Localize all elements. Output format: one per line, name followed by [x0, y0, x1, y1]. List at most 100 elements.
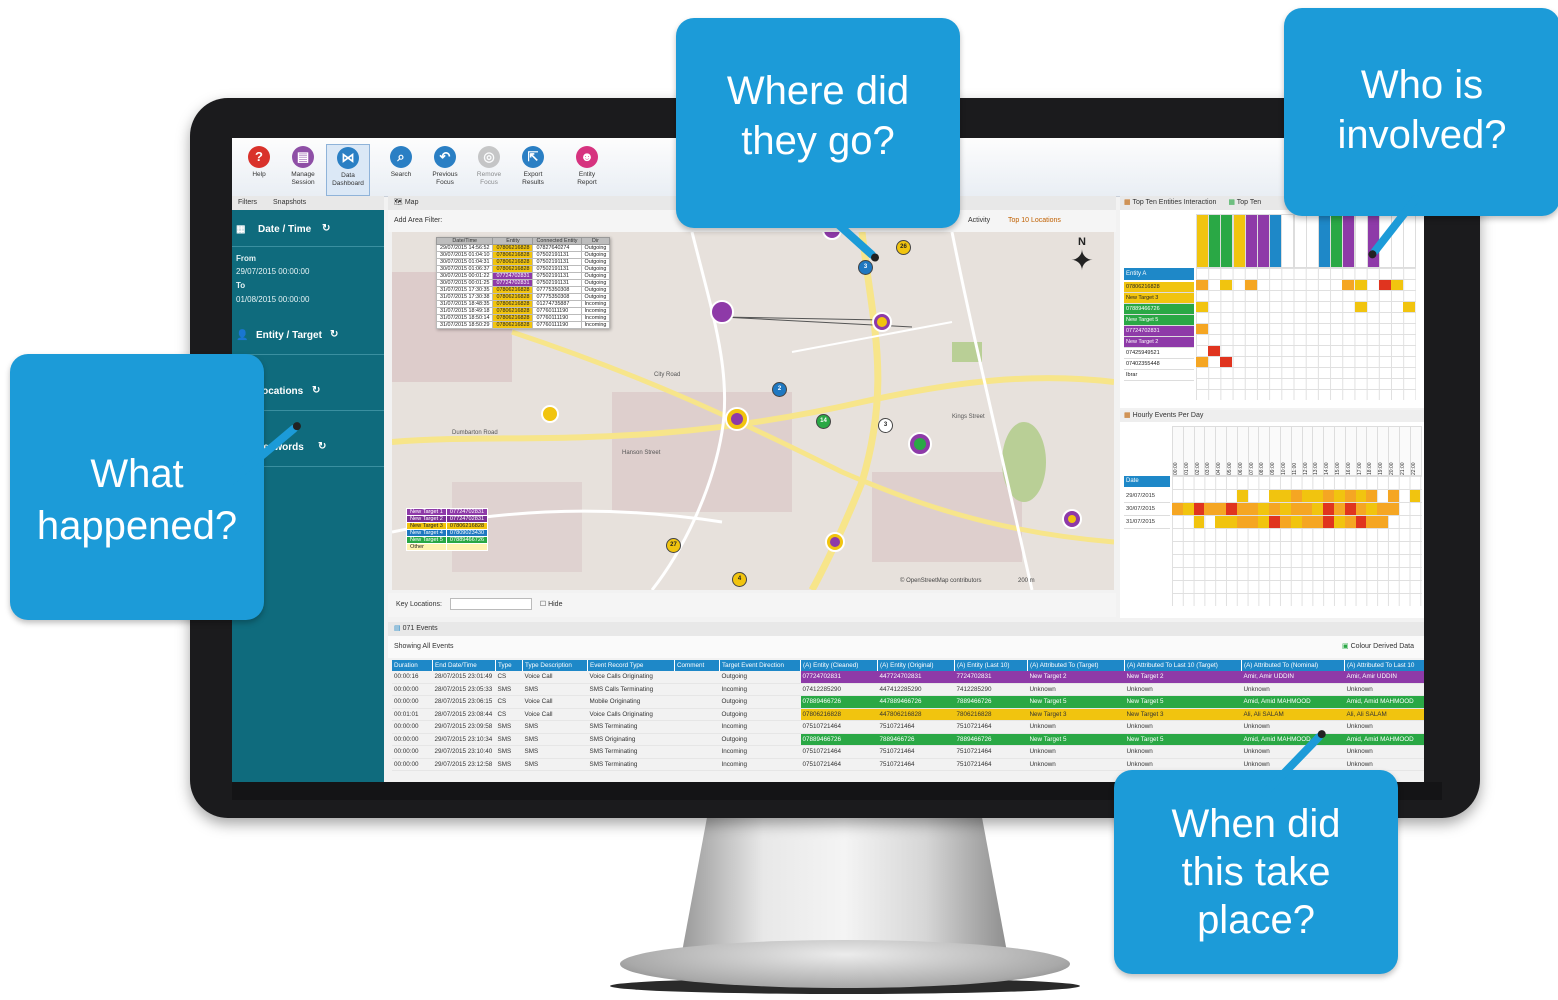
events-column-header[interactable]: (A) Attributed To (Nominal)	[1241, 660, 1345, 671]
hourly-heat-cell[interactable]	[1280, 516, 1291, 528]
hourly-heat-cell[interactable]	[1366, 516, 1378, 528]
hourly-heat-cell[interactable]	[1236, 516, 1248, 528]
events-table-row[interactable]: 00:01:01 28/07/2015 23:08:44 CS Voice Call V…	[392, 708, 1424, 721]
events-column-header[interactable]: Type	[495, 660, 523, 671]
matrix-column-header[interactable]	[1330, 214, 1344, 268]
events-table-row[interactable]: 00:00:00 29/07/2015 23:10:40 SMS SMS SMS Ter…	[392, 745, 1424, 759]
events-column-header[interactable]: (A) Attributed To Last 10 (Target)	[1124, 660, 1242, 671]
tab-top-ten[interactable]: Top Ten	[1237, 199, 1261, 206]
hourly-heat-cell[interactable]	[1377, 503, 1388, 515]
map-marker[interactable]: 3	[858, 260, 873, 275]
events-column-header[interactable]: (A) Attributed To Last 10	[1344, 660, 1424, 671]
hourly-heat-cell[interactable]	[1377, 516, 1388, 528]
hourly-heat-cell[interactable]	[1172, 503, 1183, 515]
matrix-heat-cell[interactable]	[1354, 280, 1367, 290]
hourly-heat-cell[interactable]	[1334, 490, 1345, 502]
matrix-column-header[interactable]	[1354, 214, 1368, 268]
map-marker[interactable]: 4	[732, 572, 747, 587]
hourly-heat-cell[interactable]	[1215, 516, 1226, 528]
area-filter-label[interactable]: Add Area Filter:	[394, 217, 442, 224]
hide-label[interactable]: Hide	[548, 601, 562, 608]
from-value[interactable]: 29/07/2015 00:00:00	[236, 267, 309, 276]
popup-row[interactable]: 30/07/2015 01:04:10 07806216828 0750219113…	[435, 251, 611, 259]
hourly-heat-cell[interactable]	[1301, 490, 1313, 502]
tab-events[interactable]: 071 Events	[403, 625, 438, 632]
map-marker[interactable]: 3	[878, 418, 893, 433]
tab-snapshots[interactable]: Snapshots	[273, 199, 306, 206]
matrix-heat-cell[interactable]	[1403, 302, 1416, 312]
tab-map[interactable]: Map	[405, 199, 419, 206]
hourly-heat-cell[interactable]	[1301, 503, 1313, 515]
matrix-column-header[interactable]	[1220, 214, 1234, 268]
popup-row[interactable]: 30/07/2015 01:04:31 07806216828 0750219113…	[435, 258, 611, 266]
ribbon-button[interactable]: ⇱ Export Results	[512, 144, 554, 194]
hourly-heat-cell[interactable]	[1226, 503, 1237, 515]
hourly-heat-cell[interactable]	[1312, 490, 1324, 502]
ribbon-button[interactable]: ◎ Remove Focus	[468, 144, 510, 194]
hourly-heat-cell[interactable]	[1323, 503, 1334, 515]
matrix-column-header[interactable]	[1269, 214, 1283, 268]
refresh-icon[interactable]: ↻	[312, 385, 320, 396]
matrix-column-header[interactable]	[1257, 214, 1270, 268]
popup-row[interactable]: 31/07/2015 17:30:35 07806216828 0777535030…	[435, 286, 611, 294]
ribbon-button[interactable]: ⌕ Search	[380, 144, 422, 194]
matrix-heat-cell[interactable]	[1379, 280, 1391, 290]
hourly-heat-cell[interactable]	[1334, 516, 1345, 528]
matrix-heat-cell[interactable]	[1196, 302, 1208, 312]
hourly-heat-cell[interactable]	[1269, 503, 1280, 515]
popup-row[interactable]: 30/07/2015 00:01:25 07724702831 0750219113…	[435, 279, 611, 287]
hourly-heat-cell[interactable]	[1355, 503, 1367, 515]
tab-top-10-locations[interactable]: Top 10 Locations	[1008, 210, 1061, 232]
events-column-header[interactable]: End Date/Time	[432, 660, 496, 671]
hourly-heat-cell[interactable]	[1204, 503, 1216, 515]
events-column-header[interactable]: Duration	[392, 660, 433, 671]
events-column-header[interactable]: Comment	[674, 660, 720, 671]
popup-row[interactable]: 31/07/2015 18:50:14 07806216828 0776011119…	[435, 314, 611, 322]
events-column-header[interactable]: Type Description	[522, 660, 588, 671]
hourly-heat-cell[interactable]	[1409, 490, 1421, 502]
hourly-heat-cell[interactable]	[1269, 490, 1280, 502]
hourly-heat-cell[interactable]	[1344, 516, 1356, 528]
matrix-heat-cell[interactable]	[1196, 357, 1208, 367]
events-table-row[interactable]: 00:00:00 29/07/2015 23:09:58 SMS SMS SMS Ter…	[392, 720, 1424, 734]
hourly-heat-cell[interactable]	[1334, 503, 1345, 515]
popup-row[interactable]: 30/07/2015 01:06:37 07806216828 0750219113…	[435, 265, 611, 273]
hourly-heat-cell[interactable]	[1215, 503, 1226, 515]
ribbon-button[interactable]: ▤ Manage Session	[282, 144, 324, 194]
matrix-row-label[interactable]: 07724702831	[1124, 326, 1194, 337]
ribbon-button[interactable]: ↶ Previous Focus	[424, 144, 466, 194]
popup-row[interactable]: 31/07/2015 17:30:38 07806216828 0777535030…	[435, 293, 611, 301]
refresh-icon[interactable]: ↻	[322, 223, 330, 234]
events-column-header[interactable]: (A) Entity (Original)	[877, 660, 955, 671]
matrix-heat-cell[interactable]	[1208, 346, 1221, 356]
popup-row[interactable]: 31/07/2015 18:50:29 07806216828 0776011119…	[435, 321, 611, 329]
events-column-header[interactable]: (A) Attributed To (Target)	[1027, 660, 1125, 671]
hourly-heat-cell[interactable]	[1247, 516, 1259, 528]
hourly-heat-cell[interactable]	[1247, 503, 1259, 515]
events-column-header[interactable]: (A) Entity (Cleaned)	[800, 660, 878, 671]
refresh-icon[interactable]: ↻	[330, 329, 338, 340]
hourly-heat-cell[interactable]	[1236, 503, 1248, 515]
key-locations-select[interactable]	[449, 598, 532, 611]
hourly-heat-cell[interactable]	[1290, 516, 1302, 528]
entity-target-section-title[interactable]: Entity / Target	[256, 330, 322, 341]
matrix-column-header[interactable]	[1281, 214, 1295, 268]
ribbon-button[interactable]: ? Help	[238, 144, 280, 194]
matrix-heat-cell[interactable]	[1244, 280, 1257, 290]
hourly-heat-cell[interactable]	[1355, 516, 1367, 528]
to-value[interactable]: 01/08/2015 00:00:00	[236, 295, 309, 304]
hourly-heat-cell[interactable]	[1323, 490, 1334, 502]
matrix-heat-cell[interactable]	[1220, 357, 1233, 367]
date-time-section-title[interactable]: Date / Time	[258, 224, 311, 235]
hourly-date-row-label[interactable]: 30/07/2015	[1124, 503, 1170, 516]
events-column-header[interactable]: Event Record Type	[587, 660, 675, 671]
popup-row[interactable]: 29/07/2015 14:56:52 07806216828 0782764027…	[435, 244, 611, 252]
hourly-heat-cell[interactable]	[1193, 503, 1205, 515]
matrix-row-label[interactable]: New Target 3	[1124, 293, 1194, 304]
map-marker[interactable]: 27	[666, 538, 681, 553]
matrix-row-label[interactable]: 07806216828	[1124, 282, 1194, 293]
hourly-heat-cell[interactable]	[1323, 516, 1334, 528]
matrix-heat-cell[interactable]	[1196, 324, 1208, 334]
map-event-popup[interactable]: Date/Time Entity Connected Entity Dir 29/07…	[435, 237, 611, 329]
matrix-row-label[interactable]: 07889466726	[1124, 304, 1194, 315]
